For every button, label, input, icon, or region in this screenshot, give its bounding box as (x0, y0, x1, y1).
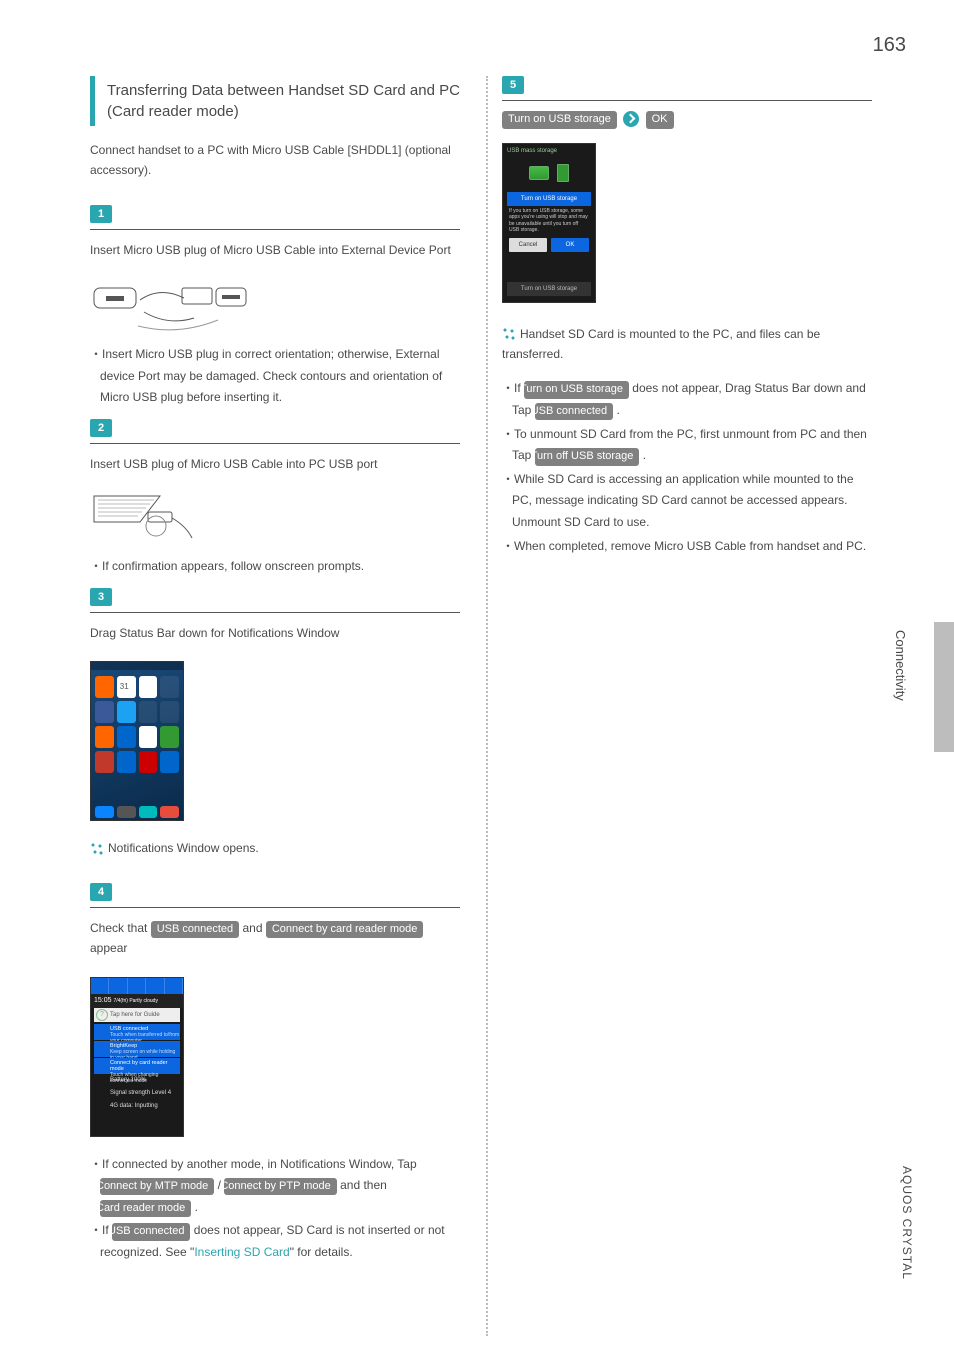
btn-ptp-mode: Connect by PTP mode (224, 1178, 336, 1195)
step-5-note-1: ・If Turn on USB storage does not appear,… (502, 378, 872, 421)
side-model: AQUOS CRYSTAL (900, 1166, 914, 1280)
rule (502, 100, 872, 101)
t: While SD Card is accessing an applicatio… (512, 472, 854, 529)
step-2-badge: 2 (90, 419, 112, 437)
step-5-result-text: Handset SD Card is mounted to the PC, an… (502, 327, 820, 361)
step-5-badge: 5 (502, 76, 524, 94)
btn-usb-connected: USB connected (151, 921, 239, 938)
step-5-result: Handset SD Card is mounted to the PC, an… (502, 324, 872, 365)
t: and then (337, 1178, 387, 1192)
step-5-note-4: ・When completed, remove Micro USB Cable … (502, 536, 872, 558)
screenshot-usb-storage: USB mass storage Turn on USB storage If … (502, 143, 596, 303)
btn-turn-on-usb-storage-2: Turn on USB storage (524, 381, 629, 398)
mock-time: 15:05 (94, 997, 112, 1004)
step-5-note-3: ・While SD Card is accessing an applicati… (502, 469, 872, 534)
right-column: 5 Turn on USB storage OK USB mass storag… (502, 76, 872, 1336)
m: OK (551, 238, 589, 252)
side-chapter: Connectivity (893, 630, 908, 701)
t: " for details. (290, 1245, 353, 1259)
btn-usb-connected-3: USB connected (535, 403, 613, 420)
rule (90, 443, 460, 444)
side-tab-bg (934, 622, 954, 752)
t: Check that (90, 921, 151, 935)
diagram-usb-pc (90, 492, 200, 546)
step-3-result: Notifications Window opens. (90, 838, 460, 858)
step-2-note: ・If confirmation appears, follow onscree… (90, 556, 460, 578)
diagram-usb-handset (90, 278, 250, 334)
t: and (242, 921, 265, 935)
t: When completed, remove Micro USB Cable f… (514, 539, 866, 553)
result-icon (502, 327, 516, 341)
step-5-action: Turn on USB storage OK (502, 111, 872, 129)
step-2-text: Insert USB plug of Micro USB Cable into … (90, 454, 460, 474)
m: 4G data: Inputting (94, 1101, 180, 1117)
step-4-note-2: ・If USB connected does not appear, SD Ca… (90, 1220, 460, 1263)
btn-card-reader-mode-2: Card reader mode (100, 1200, 191, 1217)
btn-turn-on-usb-storage: Turn on USB storage (502, 111, 617, 128)
step-4-badge: 4 (90, 883, 112, 901)
intro-text: Connect handset to a PC with Micro USB C… (90, 140, 460, 181)
left-column: Transferring Data between Handset SD Car… (90, 76, 460, 1336)
m: Connect by card reader mode (110, 1060, 167, 1072)
t: . (191, 1200, 198, 1214)
screenshot-home (90, 661, 184, 821)
step-1-text: Insert Micro USB plug of Micro USB Cable… (90, 240, 460, 260)
btn-turn-off-usb-storage: Turn off USB storage (535, 448, 640, 465)
t: . (613, 403, 620, 417)
step-5-note-2: ・To unmount SD Card from the PC, first u… (502, 424, 872, 467)
m: Turn on USB storage (507, 192, 591, 206)
page-number: 163 (873, 34, 906, 57)
step-1-note: ・Insert Micro USB plug in correct orient… (90, 344, 460, 409)
btn-mtp-mode: Connect by MTP mode (100, 1178, 214, 1195)
btn-ok: OK (646, 111, 674, 128)
step-1-note-text: Insert Micro USB plug in correct orienta… (100, 347, 442, 404)
step-4-note-1: ・If connected by another mode, in Notifi… (90, 1154, 460, 1219)
step-4-text: Check that USB connected and Connect by … (90, 918, 460, 959)
btn-card-reader-mode: Connect by card reader mode (266, 921, 424, 938)
m: Turn on USB storage (507, 282, 591, 296)
result-icon (90, 842, 104, 856)
m: If you turn on USB storage, some apps yo… (509, 208, 589, 234)
mock-date: 7/4(fri) Partly cloudy (113, 998, 157, 1004)
t: appear (90, 941, 127, 955)
t: If connected by another mode, in Notific… (102, 1157, 417, 1171)
step-3-result-text: Notifications Window opens. (108, 841, 259, 855)
link-inserting-sd-card[interactable]: Inserting SD Card (194, 1245, 289, 1259)
column-divider (486, 76, 488, 1336)
step-1-badge: 1 (90, 205, 112, 223)
arrow-icon (623, 111, 639, 127)
btn-usb-connected-2: USB connected (112, 1223, 190, 1240)
m: USB mass storage (507, 148, 557, 154)
t: . (639, 448, 646, 462)
rule (90, 229, 460, 230)
section-title: Transferring Data between Handset SD Car… (90, 76, 460, 126)
m: Cancel (509, 238, 547, 252)
rule (90, 907, 460, 908)
step-2-note-text: If confirmation appears, follow onscreen… (102, 559, 364, 573)
mock-guide: Tap here for Guide (94, 1008, 180, 1022)
step-3-text: Drag Status Bar down for Notifications W… (90, 623, 460, 643)
screenshot-notifications: 15:05 7/4(fri) Partly cloudy Tap here fo… (90, 977, 184, 1137)
step-3-badge: 3 (90, 588, 112, 606)
rule (90, 612, 460, 613)
